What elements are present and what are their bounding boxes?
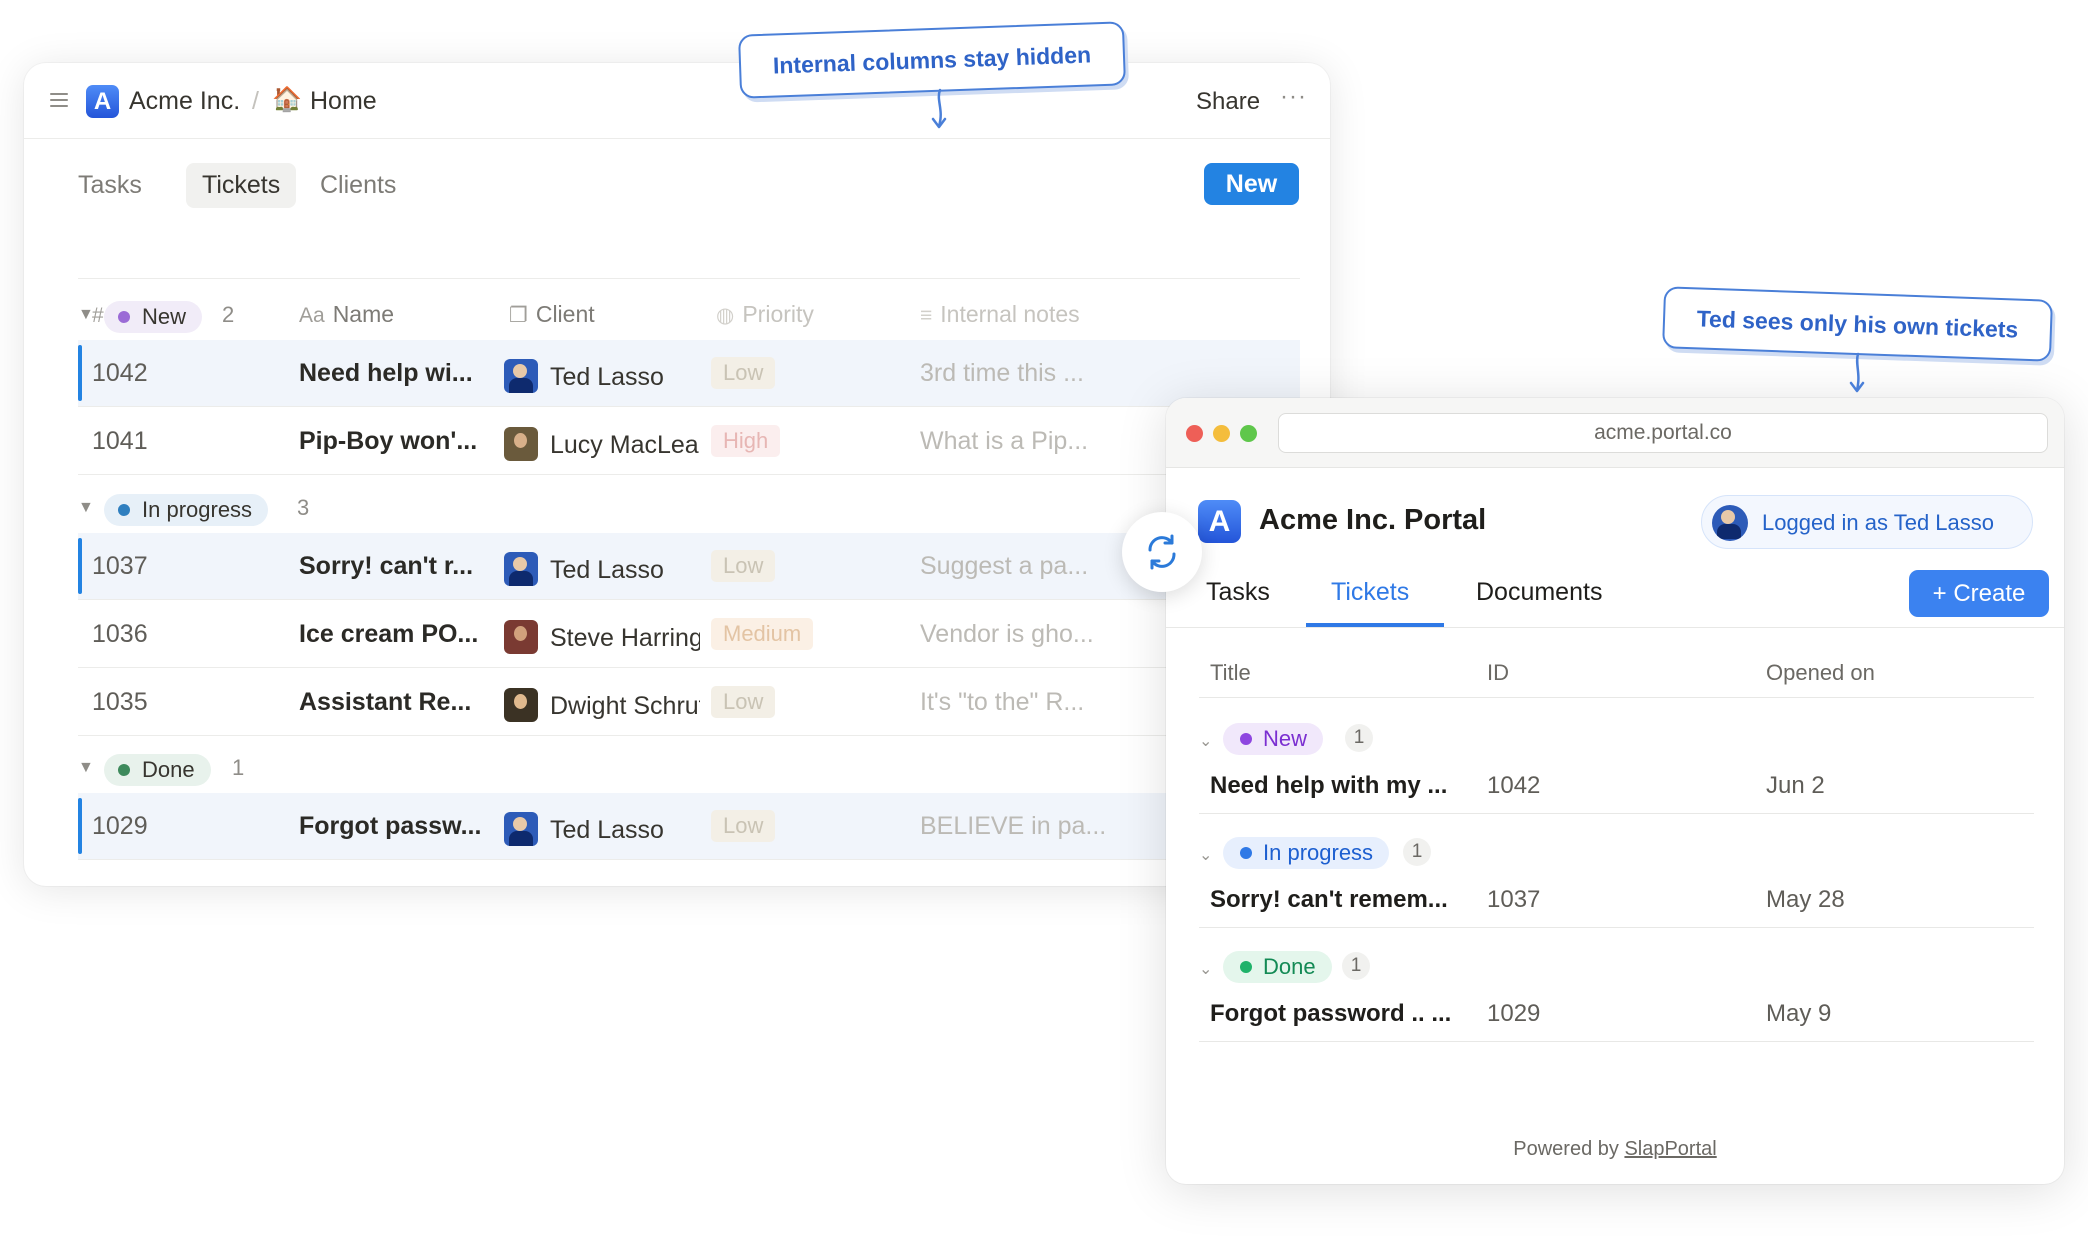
callout-own-tickets: Ted sees only his own tickets xyxy=(1662,286,2053,362)
relation-icon: ❐ xyxy=(509,304,528,327)
tab-clients[interactable]: Clients xyxy=(304,163,412,208)
avatar xyxy=(504,427,538,461)
table-row[interactable]: Need help with my ... 1042 Jun 2 xyxy=(1199,758,2034,814)
group-count: 2 xyxy=(222,302,235,327)
status-pill-done: Done xyxy=(1223,951,1332,983)
tab-documents[interactable]: Documents xyxy=(1476,578,1602,607)
more-options-icon[interactable]: ··· xyxy=(1280,83,1307,111)
create-button[interactable]: + Create xyxy=(1909,570,2049,617)
group-count: 3 xyxy=(297,495,310,520)
lines-icon: ≡ xyxy=(920,304,933,327)
tab-tasks[interactable]: Tasks xyxy=(1206,578,1270,607)
group-count: 1 xyxy=(232,755,245,780)
logged-in-badge[interactable]: Logged in as Ted Lasso xyxy=(1701,495,2033,549)
tab-tickets[interactable]: Tickets xyxy=(186,163,297,208)
tab-tickets[interactable]: Tickets xyxy=(1331,578,1409,607)
chevron-down-icon[interactable]: ⌄ xyxy=(1199,959,1212,979)
arrow-down-icon xyxy=(1849,352,1865,393)
status-pill-done: Done xyxy=(104,754,211,786)
table-row[interactable]: 1029 Forgot passw... Ted Lasso Low BELIE… xyxy=(78,793,1300,860)
avatar xyxy=(504,812,538,846)
portal-logo-icon: A xyxy=(1198,500,1241,543)
breadcrumb-page[interactable]: Home xyxy=(310,87,377,116)
address-bar[interactable]: acme.portal.co xyxy=(1278,413,2048,453)
priority-tag: High xyxy=(711,425,781,457)
tab-tasks[interactable]: Tasks xyxy=(62,163,158,208)
powered-by-link[interactable]: SlapPortal xyxy=(1624,1138,1716,1160)
browser-chrome: acme.portal.co xyxy=(1166,398,2064,468)
column-opened-on[interactable]: Opened on xyxy=(1766,660,1875,686)
avatar xyxy=(504,359,538,393)
group-count: 1 xyxy=(1345,724,1373,752)
column-internal-notes[interactable]: ≡ Internal notes xyxy=(920,301,1080,328)
caret-down-icon[interactable]: ▼ xyxy=(78,499,94,517)
close-window-icon[interactable] xyxy=(1186,425,1203,442)
active-tab-indicator xyxy=(1306,623,1444,627)
table-row[interactable]: 1041 Pip-Boy won'... Lucy MacLean High W… xyxy=(78,408,1300,475)
maximize-window-icon[interactable] xyxy=(1240,425,1257,442)
text-icon: Aa xyxy=(299,304,325,327)
priority-tag: Low xyxy=(711,357,776,389)
portal-table-header: Title ID Opened on xyxy=(1199,646,2034,698)
group-count: 1 xyxy=(1403,838,1431,866)
table-row[interactable]: 1042 Need help wi... Ted Lasso Low 3rd t… xyxy=(78,340,1300,407)
portal-title: Acme Inc. Portal xyxy=(1259,504,1487,536)
avatar xyxy=(504,620,538,654)
house-icon: 🏠 xyxy=(272,86,302,113)
arrow-down-icon xyxy=(931,88,947,129)
share-button[interactable]: Share xyxy=(1196,88,1260,116)
group-count: 1 xyxy=(1342,952,1370,980)
priority-tag: Medium xyxy=(711,618,814,650)
priority-tag: Low xyxy=(711,810,776,842)
chevron-down-icon[interactable]: ⌄ xyxy=(1199,845,1212,865)
table-header: #ID AaName ❐Client ◍Priority ≡Internal n… xyxy=(78,280,1300,347)
chevron-down-icon[interactable]: ⌄ xyxy=(1199,731,1212,751)
table-row[interactable]: 1036 Ice cream PO... Steve Harrington Me… xyxy=(78,601,1300,668)
priority-tag: Low xyxy=(711,686,776,718)
column-priority[interactable]: ◍ Priority xyxy=(716,301,814,328)
topbar: A Acme Inc. / 🏠 Home Share ··· xyxy=(24,63,1330,139)
breadcrumb-workspace[interactable]: Acme Inc. xyxy=(129,87,240,116)
status-icon: ◍ xyxy=(716,304,735,327)
breadcrumb-separator: / xyxy=(252,87,259,115)
avatar xyxy=(504,688,538,722)
status-pill-in-progress: In progress xyxy=(1223,837,1390,869)
table-row[interactable]: 1037 Sorry! can't r... Ted Lasso Low Sug… xyxy=(78,533,1300,600)
new-button[interactable]: New xyxy=(1204,163,1299,205)
column-name[interactable]: Aa Name xyxy=(299,301,394,328)
menu-icon[interactable] xyxy=(50,93,68,111)
avatar xyxy=(1712,505,1748,541)
priority-tag: Low xyxy=(711,550,776,582)
minimize-window-icon[interactable] xyxy=(1213,425,1230,442)
status-pill-in-progress: In progress xyxy=(104,494,269,526)
status-pill-new: New xyxy=(104,301,203,333)
view-tabs: Tasks Tickets Clients xyxy=(78,163,1300,279)
avatar xyxy=(504,552,538,586)
status-pill-new: New xyxy=(1223,723,1324,755)
portal-window: acme.portal.co A Acme Inc. Portal Logged… xyxy=(1166,398,2064,1184)
column-id[interactable]: ID xyxy=(1487,660,1509,686)
column-client[interactable]: ❐ Client xyxy=(509,301,595,328)
powered-by-footer: Powered by SlapPortal xyxy=(1513,1138,1717,1160)
sync-icon[interactable] xyxy=(1122,512,1202,592)
workspace-window: A Acme Inc. / 🏠 Home Share ··· Tasks Tic… xyxy=(24,63,1330,886)
workspace-logo-icon: A xyxy=(86,85,119,118)
table-row[interactable]: Forgot password .. ... 1029 May 9 xyxy=(1199,986,2034,1042)
column-title[interactable]: Title xyxy=(1210,660,1251,686)
table-row[interactable]: Sorry! can't remem... 1037 May 28 xyxy=(1199,872,2034,928)
caret-down-icon[interactable]: ▼ xyxy=(78,759,94,777)
caret-down-icon[interactable]: ▼ xyxy=(78,306,94,324)
table-row[interactable]: 1035 Assistant Re... Dwight Schrute Low … xyxy=(78,669,1300,736)
